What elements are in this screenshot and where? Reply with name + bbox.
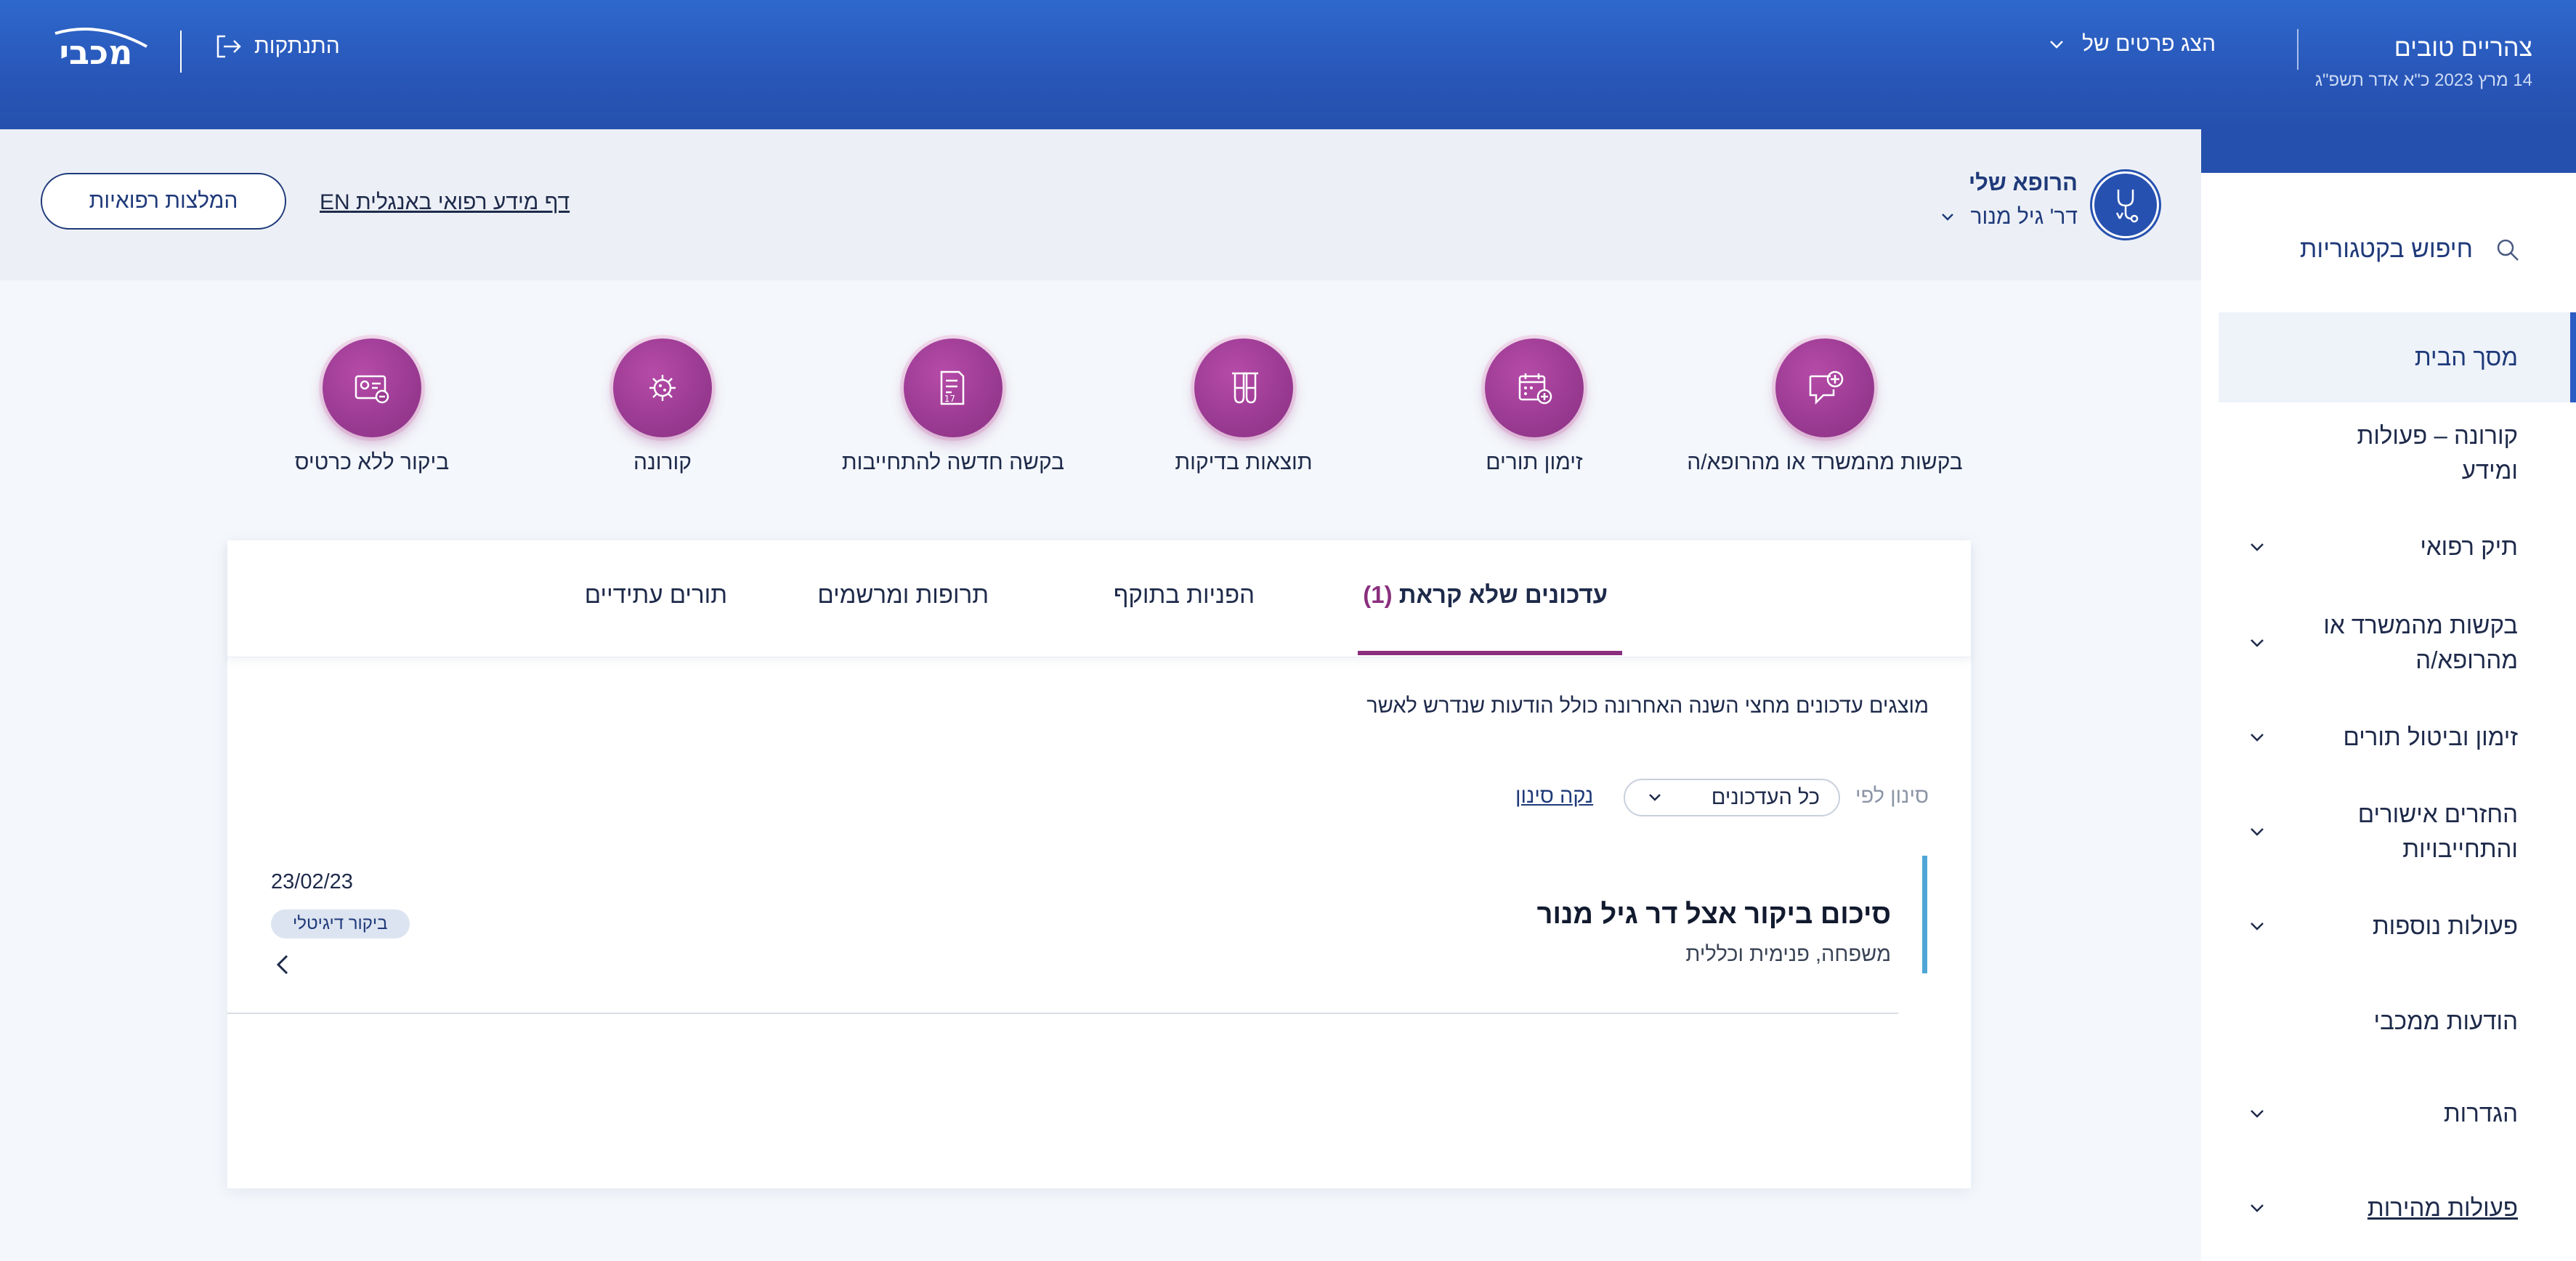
chevron-down-icon [1942, 214, 1954, 221]
doctor-name: דר' גיל מנור [1970, 205, 2078, 229]
virus-icon [649, 375, 676, 401]
sidebar-item-label: תיק רפואי [2420, 533, 2518, 560]
filter-label: סינון לפי [1855, 784, 1929, 808]
tab-valid-referrals[interactable]: הפניות בתוקף [1114, 581, 1255, 609]
tab-unread-updates[interactable]: עדכונים שלא קראת (1) [1363, 581, 1608, 609]
clear-filter-link[interactable]: נקה סינון [1515, 784, 1593, 808]
doctor-avatar [2092, 171, 2159, 238]
search-icon [2497, 239, 2519, 261]
logout-icon [216, 35, 241, 58]
chevron-down-icon [2050, 41, 2063, 49]
update-subtitle: משפחה, פנימית וכללית [1685, 943, 1891, 966]
chat-plus-icon [1809, 370, 1844, 405]
stethoscope-icon [2115, 190, 2139, 223]
test-tubes-icon [1232, 372, 1258, 404]
unread-count-badge: (1) [1363, 581, 1393, 608]
sidebar-item-more-actions[interactable]: פעולות נוספות [2219, 886, 2576, 966]
category-search[interactable]: חיפוש בקטגוריות [2300, 235, 2521, 264]
quick-action-circle [613, 338, 712, 437]
sidebar-item-refunds[interactable]: החזרים אישורים והתחייבויות [2219, 784, 2576, 879]
update-indicator-bar [1922, 856, 1927, 973]
tab-medications-prescriptions[interactable]: תרופות ומרשמים [817, 581, 989, 609]
sidebar-item-label: הגדרות [2443, 1100, 2518, 1127]
sidebar-item-label: בקשות מהמשרד או מהרופא/ה [2323, 612, 2518, 673]
sidebar-item-quick-actions[interactable]: פעולות מהירות [2219, 1168, 2576, 1248]
quick-action-circle [1775, 338, 1874, 437]
update-list-item[interactable]: סיכום ביקור אצל דר גיל מנור משפחה, פנימי… [227, 856, 1971, 1008]
updates-card: עדכונים שלא קראת (1) הפניות בתוקף תרופות… [227, 540, 1971, 1188]
sidebar-item-settings[interactable]: הגדרות [2219, 1074, 2576, 1153]
logo-text: מכבי [60, 33, 133, 72]
sidebar-header-band [2201, 129, 2576, 173]
sidebar-item-appointments[interactable]: זימון וביטול תורים [2219, 697, 2576, 777]
card-minus-icon [355, 375, 389, 404]
maccabi-logo[interactable]: מכבי [41, 25, 151, 76]
sidebar-item-label: זימון וביטול תורים [2343, 723, 2518, 750]
category-search-label: חיפוש בקטגוריות [2299, 235, 2473, 263]
sidebar-item-label: הודעות ממכבי [2373, 1007, 2519, 1034]
chevron-down-icon [2251, 923, 2264, 930]
quick-action-circle [1194, 338, 1293, 437]
top-header: צהריים טובים 14 מרץ 2023 כ"א אדר תשפ"ג ה… [0, 0, 2576, 129]
greeting-title: צהריים טובים [2394, 34, 2532, 62]
sidebar-item-home[interactable]: מסך הבית [2219, 312, 2576, 402]
sidebar-item-medical-file[interactable]: תיק רפואי [2219, 507, 2576, 587]
show-details-label: הצג פרטים של [2082, 32, 2216, 56]
tab-future-appointments[interactable]: תורים עתידיים [585, 581, 727, 609]
sidebar-item-label: קורונה – פעולות ומידע [2357, 422, 2518, 484]
sidebar-item-label: פעולות נוספות [2372, 912, 2518, 939]
chevron-down-icon [2251, 543, 2264, 551]
chevron-down-icon [2251, 639, 2264, 647]
sidebar-item-messages[interactable]: הודעות ממכבי [2219, 979, 2576, 1063]
header-divider [2297, 29, 2298, 70]
my-doctor-strip: הרופא שלי דר' גיל מנור דף מידע רפואי באנ… [0, 129, 2201, 280]
tab-label: עדכונים שלא קראת [1398, 581, 1608, 608]
row-divider [227, 1013, 1898, 1014]
quick-action-label: ביקור ללא כרטיס [294, 450, 450, 474]
english-medical-info-link[interactable]: דף מידע רפואי באנגלית EN [320, 190, 570, 215]
chevron-down-icon [2251, 828, 2264, 836]
updates-filter-select[interactable]: כל העדכונים [1624, 779, 1840, 816]
sidebar: חיפוש בקטגוריות מסך הבית קורונה – פעולות… [2201, 173, 2576, 1261]
header-divider-left [180, 31, 182, 73]
updates-info-text: מוצגים עדכונים מחצי השנה האחרונה כולל הו… [1366, 694, 1929, 718]
my-doctor-title: הרופא שלי [1968, 170, 2078, 195]
greeting-block: צהריים טובים 14 מרץ 2023 כ"א אדר תשפ"ג [2315, 29, 2532, 94]
chevron-down-icon [2251, 1110, 2264, 1118]
quick-action-circle [323, 338, 421, 437]
chevron-down-icon [2251, 734, 2264, 742]
greeting-date: 14 מרץ 2023 כ"א אדר תשפ"ג [2314, 70, 2532, 90]
calendar-plus-icon [1518, 373, 1552, 405]
tabs-bar: עדכונים שלא קראת (1) הפניות בתוקף תרופות… [227, 540, 1971, 657]
quick-action-circle: 17 [904, 338, 1003, 437]
digital-visit-badge: ביקור דיגיטלי [271, 909, 410, 938]
show-details-dropdown[interactable]: הצג פרטים של [2046, 32, 2216, 57]
document-form-icon: 17 [940, 370, 965, 405]
quick-action-visit-no-card[interactable]: ביקור ללא כרטיס [190, 338, 554, 475]
svg-text:17: 17 [944, 394, 955, 404]
chevron-down-icon [2251, 1204, 2264, 1212]
sidebar-item-requests[interactable]: בקשות מהמשרד או מהרופא/ה [2219, 596, 2576, 690]
sidebar-item-label: פעולות מהירות [2367, 1194, 2518, 1221]
filter-value: כל העדכונים [1711, 785, 1820, 809]
active-tab-indicator [1358, 651, 1622, 655]
update-date: 23/02/23 [271, 870, 353, 893]
update-title: סיכום ביקור אצל דר גיל מנור [1536, 899, 1891, 930]
medical-recommendations-button[interactable]: המלצות רפואיות [41, 173, 286, 230]
sidebar-item-corona[interactable]: קורונה – פעולות ומידע [2219, 414, 2576, 492]
sidebar-item-label: החזרים אישורים והתחייבויות [2357, 800, 2518, 862]
logout-label: התנתקות [254, 34, 340, 58]
chevron-left-icon[interactable] [272, 949, 293, 981]
doctor-name-dropdown[interactable]: דר' גיל מנור [1937, 205, 2078, 230]
logout-button[interactable]: התנתקות [214, 33, 340, 60]
sidebar-item-label: מסך הבית [2414, 344, 2518, 370]
chevron-down-icon [1649, 794, 1661, 801]
quick-action-circle [1485, 338, 1584, 437]
